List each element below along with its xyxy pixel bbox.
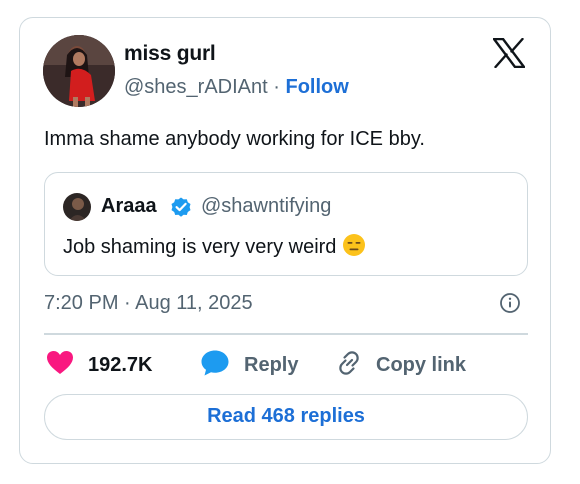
copy-link-button[interactable]: Copy link (334, 350, 466, 380)
handle-separator: · (273, 76, 280, 98)
quoted-handle: @shawntifying (201, 195, 332, 217)
author-display-name[interactable]: miss gurl (124, 42, 216, 66)
quoted-text-row: Job shaming is very very weird (63, 233, 366, 259)
info-icon[interactable] (499, 292, 521, 314)
copy-link-label: Copy link (376, 353, 467, 376)
follow-link[interactable]: Follow (286, 76, 349, 98)
quoted-text: Job shaming is very very weird (63, 236, 337, 258)
reply-button[interactable]: Reply (200, 350, 298, 380)
tweet-timestamp[interactable]: 7:20 PM · Aug 11, 2025 (44, 292, 253, 315)
quoted-tweet[interactable]: Araaa @shawntifying Job shaming is very … (44, 172, 528, 276)
author-handle[interactable]: @shes_rADIAnt (124, 76, 268, 98)
expressionless-face-emoji-icon (342, 233, 366, 257)
author-handle-row: @shes_rADIAnt · Follow (124, 76, 349, 99)
like-button[interactable]: 192.7K (46, 350, 153, 380)
link-icon (334, 348, 364, 383)
reply-label: Reply (244, 353, 299, 376)
heart-icon (46, 350, 74, 381)
x-logo-icon[interactable] (492, 37, 526, 69)
like-count: 192.7K (88, 353, 153, 376)
read-replies-button[interactable]: Read 468 replies (44, 394, 528, 440)
reply-bubble-icon (200, 349, 230, 382)
action-divider (44, 333, 528, 335)
verified-badge-icon (169, 195, 193, 219)
quoted-display-name: Araaa (101, 195, 157, 217)
quoted-author-avatar (63, 193, 91, 221)
tweet-text: Imma shame anybody working for ICE bby. (44, 128, 425, 150)
avatar-image (43, 35, 115, 107)
author-avatar[interactable] (43, 35, 115, 107)
